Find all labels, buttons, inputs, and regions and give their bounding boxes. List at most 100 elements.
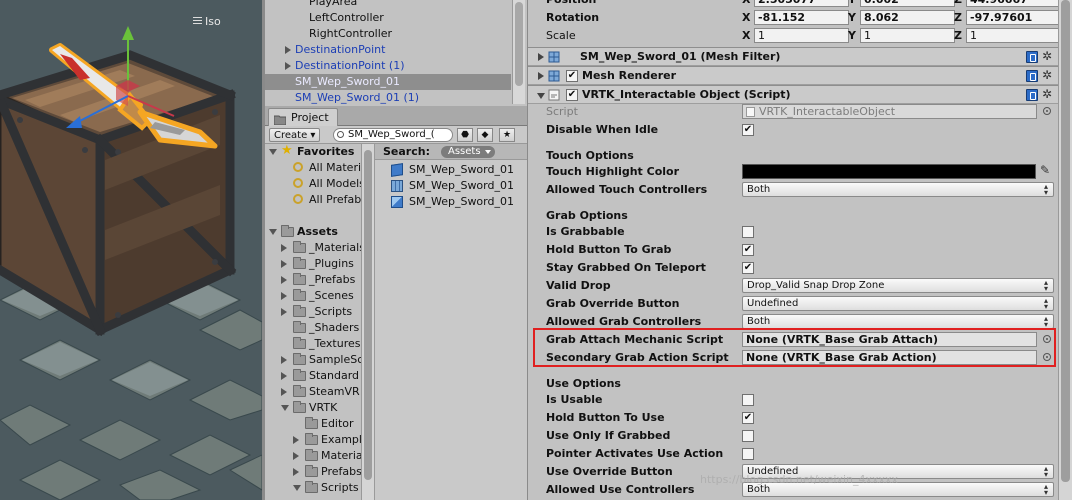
project-tree-item-label: Scripts xyxy=(321,481,359,494)
property-dropdown[interactable]: Undefined ▴ ▾ xyxy=(742,296,1054,311)
project-search-results[interactable]: Search: Assets SM_Wep_Sword_01 SM_Wep_Swo… xyxy=(374,144,527,500)
hierarchy-scroll-thumb[interactable] xyxy=(515,2,523,86)
filter-by-type-icon[interactable]: ⬣ xyxy=(457,128,473,142)
hierarchy-panel[interactable]: PlayArea LeftController RightController Des… xyxy=(265,0,511,104)
project-tree-scroll-thumb[interactable] xyxy=(364,150,372,480)
object-picker-icon[interactable] xyxy=(1043,353,1051,361)
help-book-icon[interactable] xyxy=(1026,51,1038,63)
property-checkbox[interactable] xyxy=(742,430,754,442)
tab-project[interactable]: Project xyxy=(268,108,338,126)
transform-rotation-z-input[interactable]: -97.97601 xyxy=(966,10,1058,25)
property-row: Stay Grabbed On Teleport ✔ xyxy=(528,259,1058,277)
hierarchy-item[interactable]: RightController xyxy=(265,26,511,42)
filter-by-label-icon[interactable]: ◆ xyxy=(477,128,493,142)
scene-canvas[interactable] xyxy=(0,0,262,500)
collapsed-arrow-icon[interactable] xyxy=(293,436,299,444)
project-tree-item-label: _Plugins xyxy=(309,257,354,270)
property-dropdown[interactable]: Drop_Valid Snap Drop Zone ▴ ▾ xyxy=(742,278,1054,293)
collapsed-arrow-icon[interactable] xyxy=(281,388,287,396)
collapsed-arrow-icon[interactable] xyxy=(538,72,544,80)
hierarchy-item[interactable]: PlayArea xyxy=(265,0,511,10)
transform-scale-y-input[interactable]: 1 xyxy=(860,28,955,43)
property-checkbox[interactable] xyxy=(742,448,754,460)
folder-icon xyxy=(293,289,306,301)
property-label: Use Only If Grabbed xyxy=(546,429,671,442)
collapsed-arrow-icon[interactable] xyxy=(293,468,299,476)
property-checkbox[interactable] xyxy=(742,226,754,238)
transform-position-z-input[interactable]: 44.96667 xyxy=(966,0,1058,7)
transform-position-y-input[interactable]: 0.002 xyxy=(860,0,955,7)
eyedropper-icon[interactable]: ✎ xyxy=(1040,163,1050,177)
hierarchy-item[interactable]: LeftController xyxy=(265,10,511,26)
hierarchy-item[interactable]: SM_Wep_Sword_01 (1) xyxy=(265,90,511,104)
property-checkbox[interactable] xyxy=(742,394,754,406)
property-dropdown[interactable]: Both ▴ ▾ xyxy=(742,182,1054,197)
folder-icon xyxy=(293,369,306,381)
script-file-icon xyxy=(746,107,755,117)
gear-icon[interactable]: ✲ xyxy=(1042,49,1052,63)
property-checkbox[interactable]: ✔ xyxy=(742,244,754,256)
property-checkbox[interactable]: ✔ xyxy=(742,262,754,274)
color-swatch[interactable] xyxy=(742,164,1036,179)
project-tree-scrollbar[interactable] xyxy=(361,144,374,500)
collapsed-arrow-icon[interactable] xyxy=(281,308,287,316)
transform-rotation-y-input[interactable]: 8.062 xyxy=(860,10,955,25)
dropdown-value: Undefined xyxy=(747,298,799,309)
gear-icon[interactable]: ✲ xyxy=(1042,68,1052,82)
expand-arrow-icon[interactable] xyxy=(285,62,291,70)
collapsed-arrow-icon[interactable] xyxy=(281,244,287,252)
property-dropdown[interactable]: Both ▴ ▾ xyxy=(742,314,1054,329)
favorite-star-icon[interactable]: ★ xyxy=(499,128,515,142)
scene-iso-toggle[interactable]: Iso xyxy=(193,15,221,28)
hierarchy-item[interactable]: DestinationPoint (1) xyxy=(265,58,511,74)
create-button[interactable]: Create ▾ xyxy=(269,128,321,142)
inspector-panel[interactable]: PositionX2.505077Y0.002Z44.96667Rotation… xyxy=(527,0,1058,500)
component-enabled-checkbox[interactable]: ✔ xyxy=(566,89,578,101)
object-picker-icon[interactable] xyxy=(1043,107,1051,115)
project-tab-bar: Project xyxy=(265,106,527,126)
object-picker-icon[interactable] xyxy=(1043,335,1051,343)
help-book-icon[interactable] xyxy=(1026,89,1038,101)
hierarchy-item[interactable]: SM_Wep_Sword_01 xyxy=(265,74,511,90)
collapsed-arrow-icon[interactable] xyxy=(281,260,287,268)
collapsed-arrow-icon[interactable] xyxy=(281,356,287,364)
help-book-icon[interactable] xyxy=(1026,70,1038,82)
collapsed-arrow-icon[interactable] xyxy=(281,372,287,380)
section-heading: Grab Options xyxy=(546,209,628,222)
expand-arrow-icon[interactable] xyxy=(285,46,291,54)
hierarchy-item[interactable]: DestinationPoint xyxy=(265,42,511,58)
object-field[interactable]: None (VRTK_Base Grab Action) xyxy=(742,350,1037,365)
component-header[interactable]: ✔ Mesh Renderer ✲ xyxy=(528,66,1058,85)
search-scope-dropdown[interactable]: Assets xyxy=(441,146,495,158)
project-folder-tree[interactable]: ★ Favorites All Materials All Models All Pre… xyxy=(265,144,361,500)
hierarchy-item-label: RightController xyxy=(309,27,393,40)
hierarchy-scrollbar[interactable] xyxy=(512,0,525,104)
property-checkbox[interactable]: ✔ xyxy=(742,124,754,136)
scene-view[interactable]: Iso xyxy=(0,0,262,500)
project-search-input[interactable]: SM_Wep_Sword_( xyxy=(333,128,453,142)
expanded-arrow-icon[interactable] xyxy=(293,485,301,491)
transform-position-x-input[interactable]: 2.505077 xyxy=(754,0,849,7)
transform-scale-z-input[interactable]: 1 xyxy=(966,28,1058,43)
property-checkbox[interactable]: ✔ xyxy=(742,412,754,424)
expanded-arrow-icon[interactable] xyxy=(537,93,545,99)
component-header[interactable]: ✔ VRTK_Interactable Object (Script) ✲ xyxy=(528,85,1058,104)
transform-scale-x-input[interactable]: 1 xyxy=(754,28,849,43)
inspector-scrollbar[interactable] xyxy=(1058,0,1072,500)
collapsed-arrow-icon[interactable] xyxy=(538,53,544,61)
expanded-arrow-icon[interactable] xyxy=(269,229,277,235)
project-tree-item-label: _Shaders xyxy=(309,321,360,334)
component-header[interactable]: SM_Wep_Sword_01 (Mesh Filter) ✲ xyxy=(528,47,1058,66)
expanded-arrow-icon[interactable] xyxy=(281,405,289,411)
inspector-scroll-thumb[interactable] xyxy=(1061,0,1070,482)
collapsed-arrow-icon[interactable] xyxy=(281,292,287,300)
transform-rotation-x-input[interactable]: -81.152 xyxy=(754,10,849,25)
object-field[interactable]: None (VRTK_Base Grab Attach) xyxy=(742,332,1037,347)
collapsed-arrow-icon[interactable] xyxy=(293,452,299,460)
component-enabled-checkbox[interactable]: ✔ xyxy=(566,70,578,82)
axis-y-label: Y xyxy=(848,29,856,42)
object-field[interactable]: VRTK_InteractableObject xyxy=(742,104,1037,119)
gear-icon[interactable]: ✲ xyxy=(1042,87,1052,101)
collapsed-arrow-icon[interactable] xyxy=(281,276,287,284)
expanded-arrow-icon[interactable] xyxy=(269,149,277,155)
